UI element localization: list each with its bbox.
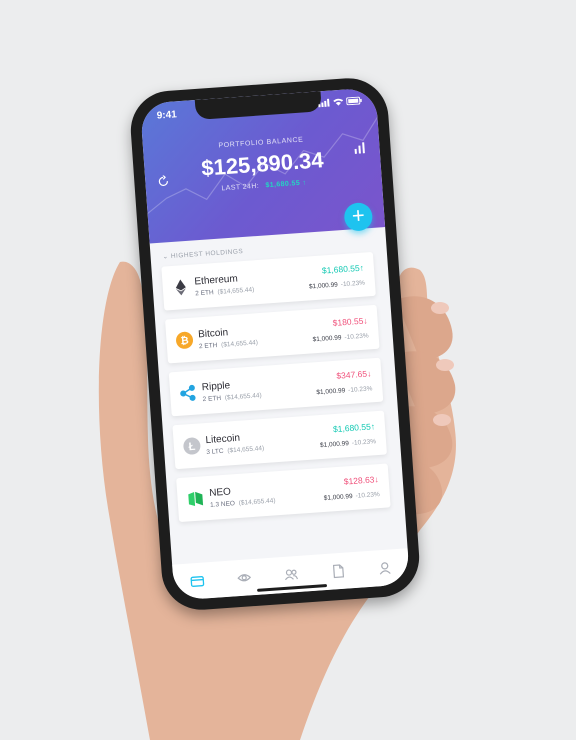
tab-community[interactable]	[283, 566, 300, 583]
signal-icon	[318, 98, 330, 108]
coin-change: $128.63↓	[343, 474, 380, 487]
holdings-list: Ethereum 2 ETH ($14,655.44) $1,680.55↑ $…	[161, 251, 391, 531]
wallet-icon	[190, 576, 204, 587]
bitcoin-icon: ₿	[175, 331, 194, 350]
coin-price: $1,000.99 -10.23%	[319, 438, 377, 450]
refresh-icon[interactable]	[157, 174, 170, 193]
users-icon	[284, 569, 298, 581]
status-time: 9:41	[156, 109, 178, 122]
document-icon	[333, 564, 345, 579]
coin-amount: 1.3 NEO ($14,655.44)	[209, 497, 276, 509]
profile-icon	[380, 561, 392, 575]
chart-bars-icon[interactable]	[353, 140, 366, 159]
coin-amount: 2 ETH ($14,655.44)	[198, 339, 259, 351]
battery-icon	[346, 96, 362, 106]
holding-card-neo[interactable]: NEO 1.3 NEO ($14,655.44) $128.63↓ $1,000…	[176, 463, 391, 523]
coin-name: Litecoin	[205, 432, 241, 447]
coin-change: $180.55↓	[332, 315, 368, 328]
holding-card-bitcoin[interactable]: ₿ Bitcoin 2 ETH ($14,655.44) $180.55↓ $1…	[165, 304, 380, 364]
coin-amount: 3 LTC ($14,655.44)	[206, 445, 265, 457]
tab-profile[interactable]	[377, 559, 394, 576]
coin-change: $1,680.55↑	[332, 421, 376, 435]
tab-wallet[interactable]	[188, 572, 205, 589]
wifi-icon	[333, 98, 344, 106]
coin-price: $1,000.99 -10.23%	[323, 491, 381, 502]
coin-amount: 2 ETH ($14,655.44)	[202, 392, 262, 404]
app-screen: 9:41 PORTFOLIO BALANCE $125,890.34 LAST …	[139, 87, 411, 601]
svg-text:Ł: Ł	[188, 441, 196, 453]
neo-icon	[186, 489, 205, 508]
coin-price: $1,000.99 -10.23%	[316, 385, 373, 397]
coin-change: $347.65↓	[336, 368, 372, 381]
holding-card-litecoin[interactable]: Ł Litecoin 3 LTC ($14,655.44) $1,680.55↑…	[172, 410, 387, 470]
coin-amount: 2 ETH ($14,655.44)	[195, 286, 255, 298]
holding-card-ethereum[interactable]: Ethereum 2 ETH ($14,655.44) $1,680.55↑ $…	[161, 251, 376, 311]
section-title: ⌄ HIGHEST HOLDINGS	[162, 247, 244, 261]
coin-price: $1,000.99 -10.23%	[308, 279, 366, 291]
tab-watchlist[interactable]	[235, 569, 252, 586]
coin-name: Ethereum	[194, 273, 239, 288]
ethereum-icon	[171, 278, 190, 297]
phone-device: 9:41 PORTFOLIO BALANCE $125,890.34 LAST …	[128, 75, 422, 613]
bottom-tab-bar	[172, 548, 411, 601]
litecoin-icon: Ł	[182, 436, 201, 455]
svg-text:₿: ₿	[180, 335, 189, 348]
ripple-icon	[179, 384, 198, 403]
tab-documents[interactable]	[330, 563, 347, 580]
eye-icon	[237, 574, 251, 582]
holding-card-ripple[interactable]: Ripple 2 ETH ($14,655.44) $347.65↓ $1,00…	[168, 357, 384, 417]
coin-name: NEO	[208, 486, 232, 499]
coin-price: $1,000.99 -10.23%	[312, 332, 369, 344]
coin-name: Ripple	[201, 380, 231, 394]
coin-change: $1,680.55↑	[321, 262, 365, 276]
coin-name: Bitcoin	[197, 327, 229, 341]
